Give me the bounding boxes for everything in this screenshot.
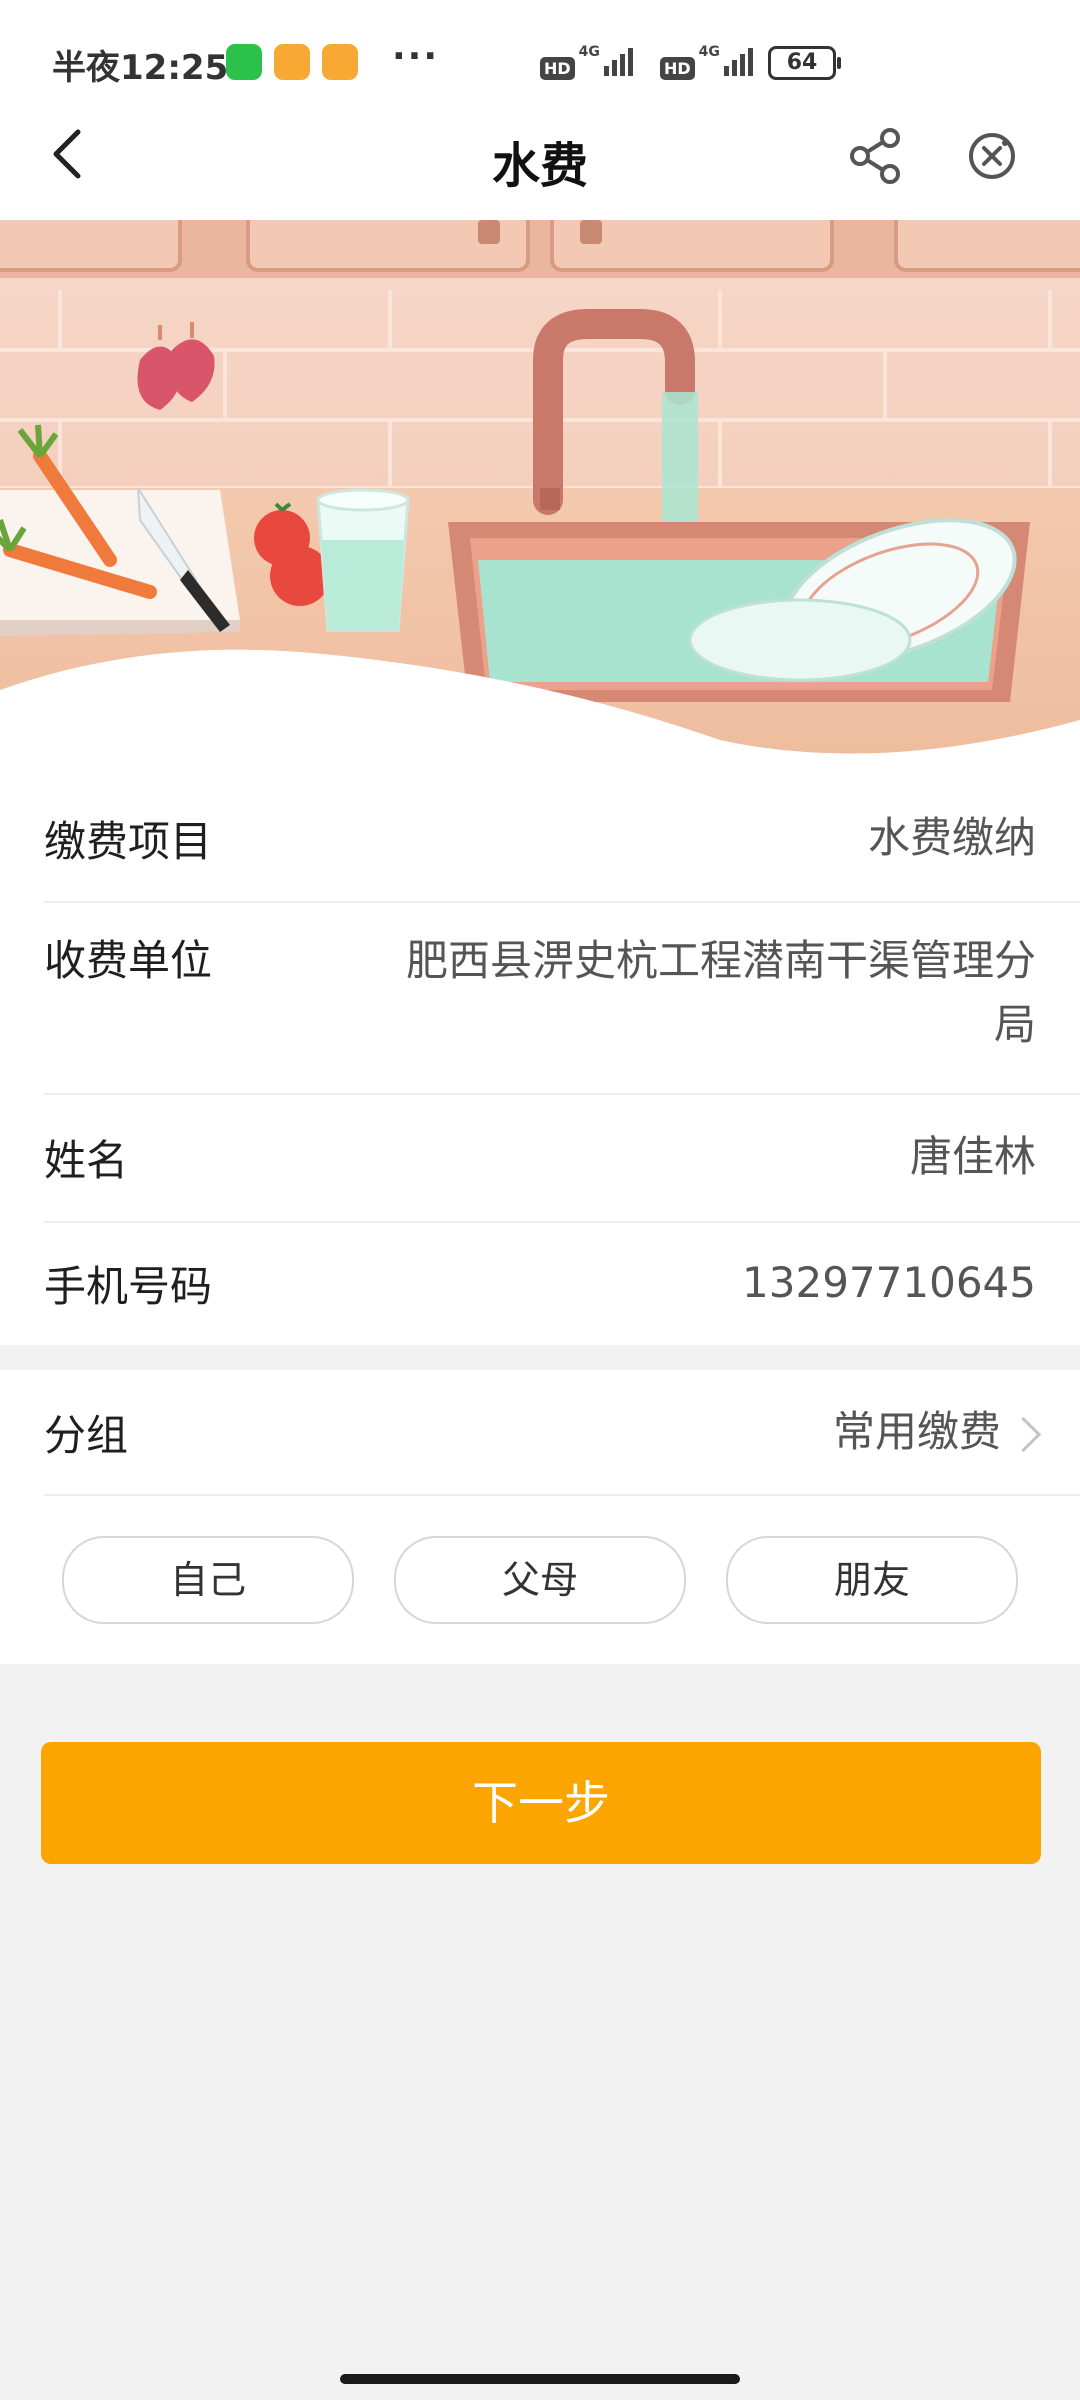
message-icon <box>322 44 358 80</box>
notification-icons <box>226 44 358 80</box>
share-icon[interactable] <box>846 126 906 186</box>
chip-parents[interactable]: 父母 <box>394 1536 686 1624</box>
chip-friends[interactable]: 朋友 <box>726 1536 1018 1624</box>
group-value-wrap: 常用缴费 <box>832 1400 1042 1464</box>
signal-bars-icon <box>723 48 756 80</box>
group-chips: 自己 父母 朋友 <box>0 1496 1080 1664</box>
network-type: 4G <box>698 44 720 60</box>
group-label: 分组 <box>44 1410 129 1460</box>
status-time: 半夜12:25 <box>52 48 229 88</box>
next-step-button[interactable]: 下一步 <box>41 1742 1041 1864</box>
signal-bars-icon <box>603 48 636 80</box>
more-notifications-icon: ··· <box>392 36 440 77</box>
info-row-name: 姓名 唐佳林 <box>0 1093 1080 1221</box>
wechat-icon <box>226 44 262 80</box>
payee-value: 肥西县淠史杭工程潜南干渠管理分局 <box>405 936 1036 1049</box>
group-card: 分组 常用缴费 自己 父母 朋友 <box>0 1370 1080 1664</box>
chip-self[interactable]: 自己 <box>62 1536 354 1624</box>
home-indicator[interactable] <box>340 2374 740 2384</box>
hd-badge: HD <box>660 57 695 80</box>
phone-label: 手机号码 <box>44 1261 213 1311</box>
payment-info-card: 缴费项目 水费缴纳 收费单位 肥西县淠史杭工程潜南干渠管理分局 姓名 唐佳林 手… <box>0 775 1080 1345</box>
name-label: 姓名 <box>44 1135 129 1185</box>
info-row-item: 缴费项目 水费缴纳 <box>0 775 1080 901</box>
signal-icon: HD 4G <box>660 44 756 80</box>
payee-label: 收费单位 <box>44 936 213 985</box>
name-value: 唐佳林 <box>909 1132 1036 1181</box>
hd-badge: HD <box>540 57 575 80</box>
group-selector[interactable]: 分组 常用缴费 <box>0 1370 1080 1494</box>
phone-value: 13297710645 <box>742 1258 1036 1307</box>
message-icon <box>274 44 310 80</box>
info-row-payee: 收费单位 肥西县淠史杭工程潜南干渠管理分局 <box>0 901 1080 1093</box>
signal-icon: HD 4G <box>540 44 636 80</box>
item-label: 缴费项目 <box>44 816 213 866</box>
kitchen-sink-banner <box>0 220 1080 775</box>
navigation-bar: 水费 <box>0 100 1080 220</box>
item-value: 水费缴纳 <box>867 813 1036 862</box>
network-type: 4G <box>578 44 600 60</box>
banner-illustration <box>0 220 1080 775</box>
page-title: 水费 <box>491 138 588 194</box>
battery-icon: 64 <box>768 46 841 80</box>
close-miniprogram-icon[interactable] <box>962 126 1022 186</box>
group-value: 常用缴费 <box>832 1407 1001 1456</box>
chevron-right-icon <box>1005 1416 1042 1453</box>
info-row-phone: 手机号码 13297710645 <box>0 1221 1080 1345</box>
